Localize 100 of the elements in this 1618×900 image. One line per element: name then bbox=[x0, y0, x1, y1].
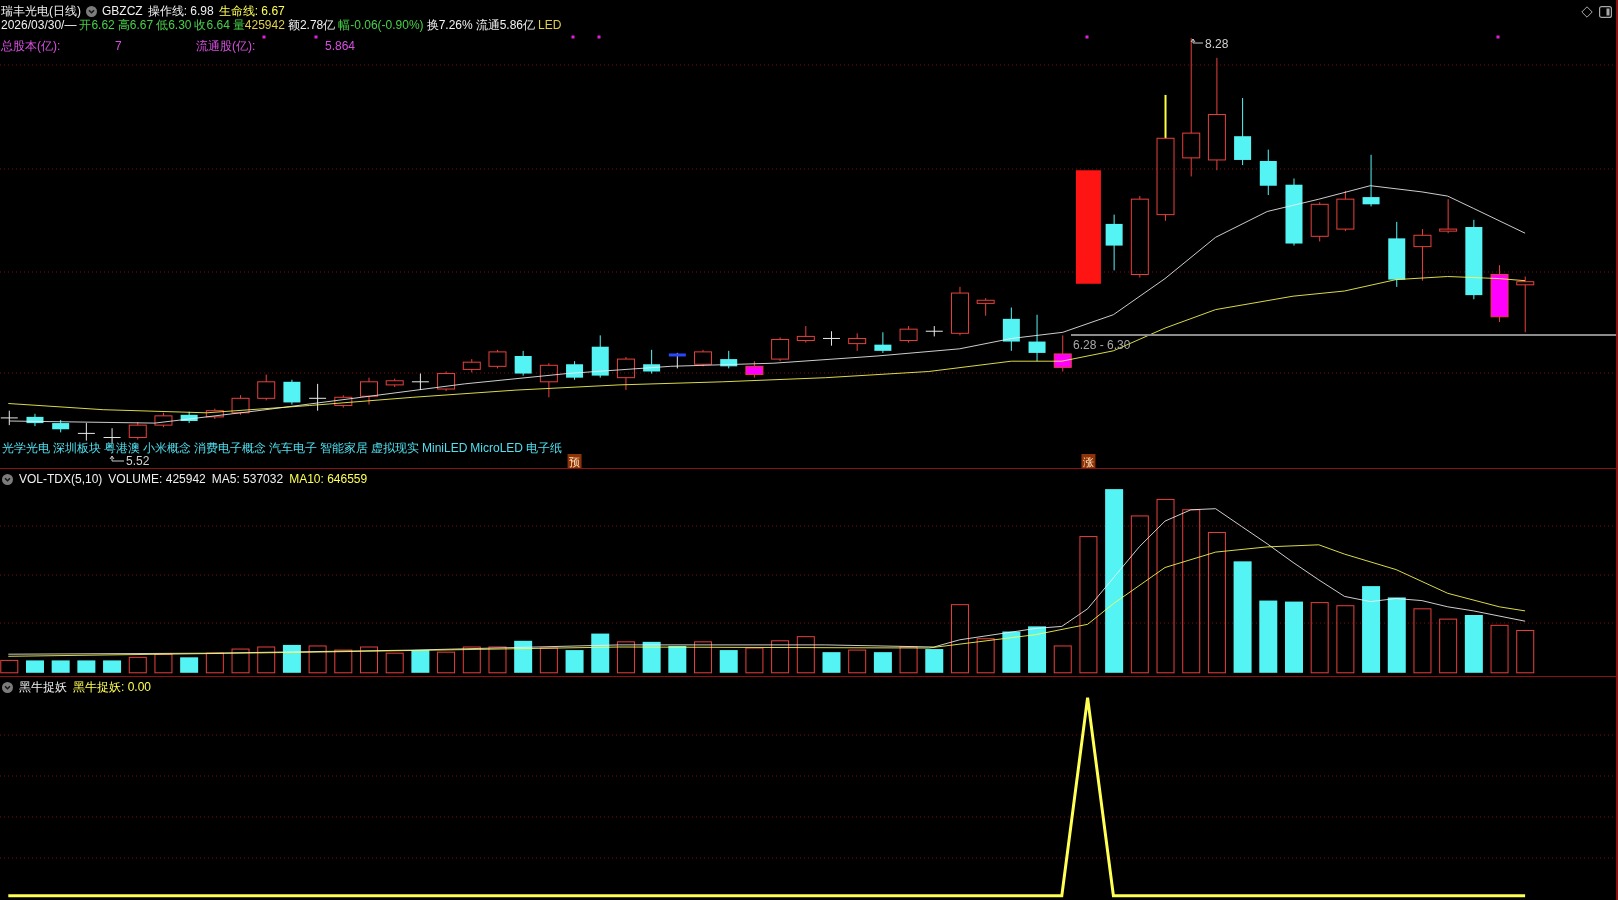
candlestick bbox=[77, 422, 96, 442]
candlestick bbox=[257, 374, 276, 401]
candlestick bbox=[1028, 314, 1046, 362]
candlestick bbox=[1362, 154, 1380, 207]
candlestick bbox=[26, 413, 44, 427]
volume-bar bbox=[0, 659, 19, 674]
candlestick bbox=[899, 325, 918, 344]
volume-bar bbox=[848, 649, 867, 674]
volume-bar bbox=[796, 636, 815, 674]
candlestick bbox=[488, 349, 507, 369]
stock-code: GBZCZ bbox=[102, 5, 143, 18]
volume-bar bbox=[1490, 624, 1509, 674]
panel-toggle-icon[interactable] bbox=[1599, 5, 1612, 18]
indicator-reading: MA10: 646559 bbox=[289, 472, 368, 486]
volume-bar bbox=[1464, 615, 1483, 673]
candlestick bbox=[643, 349, 661, 375]
volume-bar bbox=[1439, 618, 1458, 674]
candlestick bbox=[462, 358, 481, 373]
candlestick bbox=[1439, 198, 1458, 234]
concept-label: 小米概念 bbox=[143, 442, 191, 454]
volume-bar bbox=[1028, 626, 1047, 673]
quote-field: 额2.78亿 bbox=[287, 19, 336, 32]
candlestick bbox=[385, 378, 404, 388]
candlestick bbox=[1388, 221, 1406, 288]
collapse-icon[interactable] bbox=[2, 473, 13, 485]
volume-bar bbox=[873, 652, 892, 673]
concept-label: 消费电子概念 bbox=[194, 442, 266, 454]
concept-label: 汽车电子 bbox=[269, 442, 317, 454]
concept-label: 深圳板块 bbox=[53, 442, 101, 454]
volume-bar bbox=[1285, 601, 1303, 673]
volume-bar bbox=[77, 660, 96, 673]
quote-field: 收6.64 bbox=[194, 19, 230, 32]
indicator-reading: 黑牛捉妖: 0.00 bbox=[73, 680, 152, 694]
indicator-reading: VOLUME: 425942 bbox=[108, 472, 206, 486]
concept-label: 光学光电 bbox=[2, 442, 50, 454]
price-range-label: 6.28 - 6.30 bbox=[1073, 338, 1131, 352]
volume-bar bbox=[591, 633, 610, 673]
share-label: 流通股(亿): bbox=[196, 40, 257, 53]
candlestick bbox=[591, 334, 609, 379]
volume-bar bbox=[128, 656, 147, 674]
volume-bar bbox=[180, 657, 199, 673]
quote-field: 量425942 bbox=[232, 19, 285, 32]
volume-bar bbox=[385, 652, 404, 674]
share-value: 5.864 bbox=[325, 40, 356, 53]
candlestick bbox=[1490, 264, 1509, 323]
concept-label: 电子纸 bbox=[526, 442, 563, 454]
volume-bar bbox=[154, 653, 173, 674]
event-marker-icon bbox=[1085, 35, 1089, 39]
volume-bar bbox=[360, 646, 378, 674]
candlestick bbox=[1285, 178, 1303, 247]
volume-bar bbox=[437, 651, 456, 674]
volume-bar bbox=[1336, 605, 1355, 674]
candlestick bbox=[745, 360, 764, 379]
volume-bar bbox=[205, 652, 224, 674]
volume-bar bbox=[1310, 602, 1329, 674]
quote-field: 换7.26% bbox=[426, 19, 473, 32]
event-marker-icon bbox=[597, 35, 601, 39]
candlestick bbox=[334, 394, 353, 409]
candlestick bbox=[154, 412, 173, 428]
volume-bar bbox=[282, 644, 301, 673]
volume-bar bbox=[925, 649, 944, 673]
volume-bar bbox=[231, 648, 250, 674]
collapse-icon[interactable] bbox=[86, 6, 97, 17]
candlestick bbox=[720, 350, 738, 369]
diamond-icon[interactable] bbox=[1581, 5, 1593, 18]
candlestick bbox=[976, 297, 995, 317]
quote-field: 幅-0.06(-0.90%) bbox=[338, 19, 424, 32]
candlestick bbox=[566, 360, 584, 381]
candlestick bbox=[437, 371, 456, 392]
indicator-reading: MA5: 537032 bbox=[211, 472, 284, 486]
volume-bar bbox=[694, 641, 713, 674]
low-price-label: 5.52 bbox=[126, 454, 150, 468]
event-marker-icon bbox=[262, 35, 266, 39]
quote-field: 开6.62 bbox=[79, 19, 115, 32]
collapse-icon[interactable] bbox=[2, 681, 13, 693]
indicator-reading: 生命线: 6.67 bbox=[218, 5, 285, 18]
candlestick bbox=[1002, 307, 1020, 352]
volume-bar bbox=[771, 640, 790, 674]
quote-field: 高6.67 bbox=[117, 19, 154, 32]
volume-bar bbox=[26, 660, 44, 673]
quote-field: 低6.30 bbox=[156, 19, 192, 32]
candlestick bbox=[771, 336, 790, 362]
volume-bar bbox=[488, 646, 507, 674]
event-marker-icon bbox=[571, 35, 575, 39]
share-label: 总股本(亿): bbox=[1, 40, 62, 53]
candlestick bbox=[180, 411, 198, 424]
event-marker-icon bbox=[314, 35, 318, 39]
candlestick bbox=[0, 410, 19, 426]
volume-bar bbox=[822, 652, 841, 673]
candlestick bbox=[796, 325, 815, 344]
concept-label: 粤港澳 bbox=[104, 442, 140, 454]
volume-bar bbox=[1516, 630, 1535, 674]
volume-bar bbox=[1002, 631, 1021, 673]
high-price-label: 8.28 bbox=[1205, 37, 1229, 51]
candlestick bbox=[52, 419, 70, 433]
volume-bar bbox=[565, 650, 584, 673]
quote-field: 流通5.86亿 bbox=[475, 19, 535, 32]
candlestick bbox=[128, 421, 147, 441]
volume-bar bbox=[51, 660, 70, 673]
indicator-reading: 操作线: 6.98 bbox=[147, 5, 214, 18]
